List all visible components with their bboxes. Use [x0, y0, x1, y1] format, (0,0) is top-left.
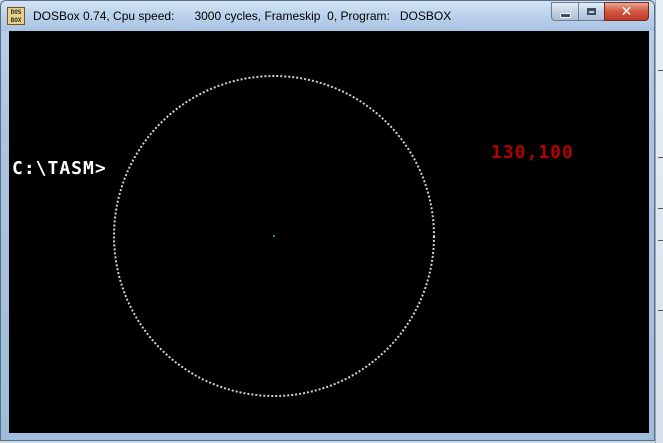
- close-icon: ✕: [620, 3, 633, 20]
- circle-center-dot: [273, 235, 275, 237]
- graphics-canvas: [113, 75, 435, 397]
- desktop-background: [655, 0, 663, 443]
- title-cycles: 3000 cycles, Frameskip 0, Program:: [194, 9, 390, 23]
- minimize-button[interactable]: [551, 2, 578, 21]
- title-program: DOSBOX: [399, 9, 452, 23]
- dosbox-window: DOS BOX DOSBox 0.74, Cpu speed: 3000 cyc…: [0, 0, 655, 441]
- window-title: DOSBox 0.74, Cpu speed: 3000 cycles, Fra…: [33, 9, 451, 23]
- maximize-icon: [587, 8, 596, 15]
- dosbox-app-icon[interactable]: DOS BOX: [7, 7, 25, 25]
- title-bar[interactable]: DOS BOX DOSBox 0.74, Cpu speed: 3000 cyc…: [1, 1, 654, 31]
- minimize-icon: [559, 12, 571, 18]
- close-button[interactable]: ✕: [604, 2, 649, 21]
- coordinates-readout: 130,100: [491, 142, 574, 163]
- title-app: DOSBox 0.74, Cpu speed:: [33, 9, 175, 23]
- app-icon-label-bottom: BOX: [10, 16, 22, 24]
- dos-screen[interactable]: C:\TASM> 130,100: [9, 31, 649, 433]
- maximize-button[interactable]: [578, 2, 604, 21]
- app-icon-label-top: DOS: [10, 8, 22, 16]
- command-prompt: C:\TASM>: [12, 158, 107, 179]
